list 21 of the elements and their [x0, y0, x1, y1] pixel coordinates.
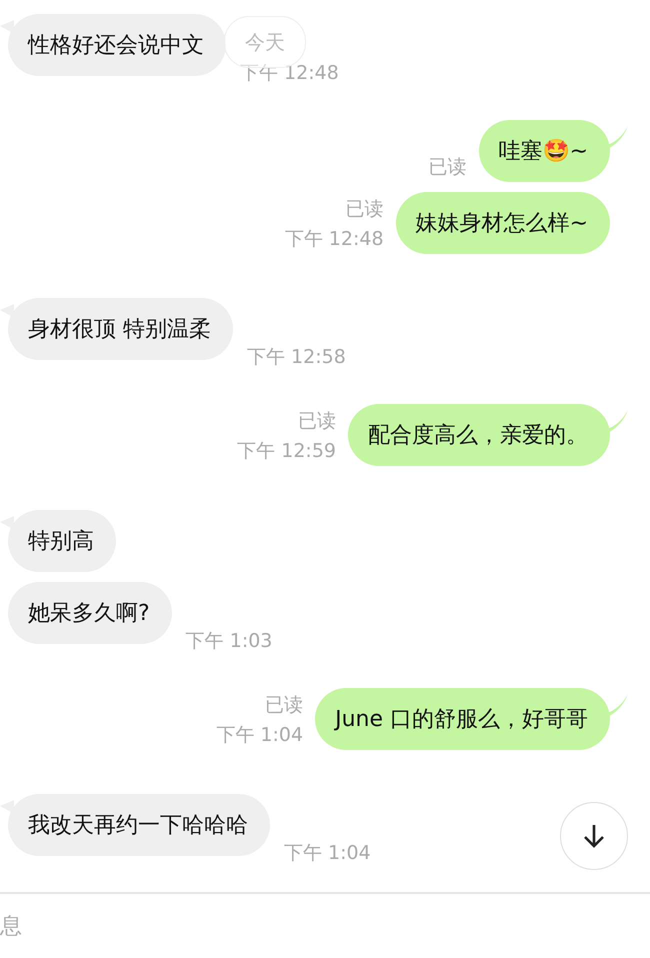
received-message: 性格好还会说中文: [8, 14, 226, 76]
message-time: 下午 12:58: [247, 345, 346, 370]
read-receipt: 已读: [346, 197, 384, 222]
message-time: 下午 12:48: [284, 227, 384, 252]
message-time: 下午 1:04: [216, 723, 304, 748]
read-receipt: 已读: [428, 155, 467, 180]
received-message: 特别高: [8, 510, 116, 572]
sent-message: 妹妹身材怎么样~: [396, 192, 610, 254]
sent-message: June 口的舒服么，好哥哥: [315, 688, 610, 750]
received-message: 她呆多久啊?: [8, 582, 172, 644]
sent-message: 配合度高么，亲爱的。: [348, 404, 610, 466]
message-time: 下午 1:04: [284, 841, 371, 866]
read-receipt: 已读: [298, 409, 336, 434]
message-time: 下午 1:03: [186, 629, 272, 654]
read-receipt: 已读: [265, 693, 304, 718]
received-message: 身材很顶 特别温柔: [8, 298, 233, 360]
arrow-down-icon: [582, 823, 606, 849]
message-input[interactable]: 息: [0, 914, 650, 938]
message-time: 下午 12:59: [237, 439, 336, 464]
sent-message: 哇塞🤩~: [478, 120, 610, 182]
received-message: 我改天再约一下哈哈哈: [8, 794, 270, 856]
